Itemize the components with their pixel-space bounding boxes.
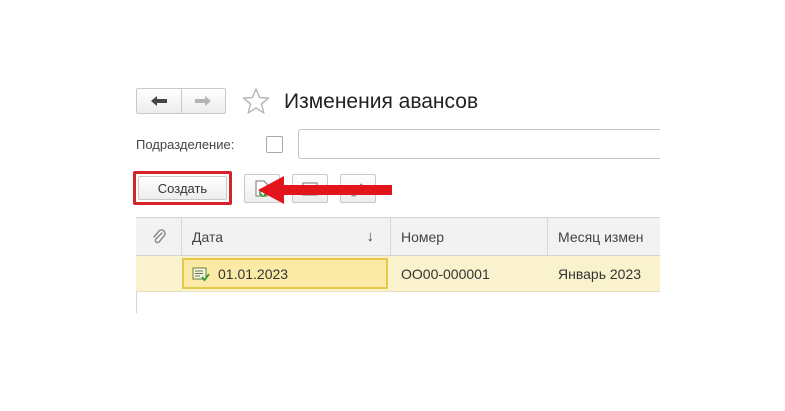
create-button[interactable]: Создать [138,176,227,200]
posted-document-icon [192,267,210,281]
number-value: ОО00-000001 [401,265,490,282]
month-column-header[interactable]: Месяц измен [548,218,676,255]
date-column-header[interactable]: Дата ↓ [182,218,391,255]
arrow-left-icon [150,96,167,106]
number-cell[interactable]: ОО00-000001 [401,256,490,291]
subdivision-label: Подразделение: [136,137,235,152]
number-header-label: Номер [401,228,445,245]
paperclip-icon [152,228,166,243]
number-column-header[interactable]: Номер [391,218,548,255]
subdivision-checkbox[interactable] [266,136,283,153]
cropped-area [660,120,785,320]
table-row[interactable]: 01.01.2023 ОО00-000001 Январь 2023 [136,256,676,292]
back-button[interactable] [137,89,181,113]
arrow-right-icon [195,96,212,106]
date-value: 01.01.2023 [218,265,289,282]
star-icon[interactable] [241,86,271,116]
page-title: Изменения авансов [284,90,479,113]
month-header-label: Месяц измен [558,228,644,245]
date-header-label: Дата [192,228,224,245]
navigation-buttons [136,88,226,114]
date-cell[interactable]: 01.01.2023 [182,258,388,289]
sort-down-icon: ↓ [366,228,375,245]
table-header: Дата ↓ Номер Месяц измен [136,217,676,256]
forward-button[interactable] [180,89,226,113]
month-value: Январь 2023 [558,265,642,282]
subdivision-input[interactable] [298,129,678,159]
red-arrow-annotation [258,176,392,204]
month-cell[interactable]: Январь 2023 [558,256,641,291]
attachment-column-header[interactable] [136,218,182,255]
